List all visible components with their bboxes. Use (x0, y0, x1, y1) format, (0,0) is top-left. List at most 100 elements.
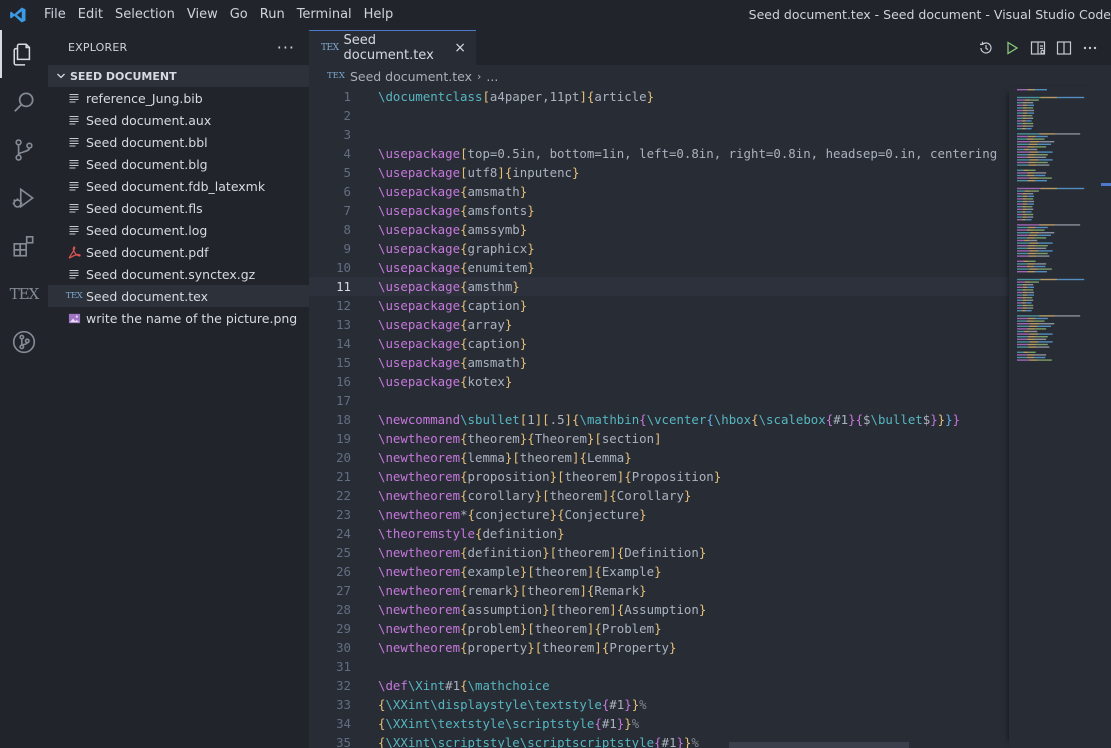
line-content: \newtheorem{assumption}[theorem]{Assumpt… (378, 602, 707, 617)
code-line[interactable]: 11 \usepackage{amsthm} (309, 277, 1009, 296)
minimap-stroke (1017, 203, 1023, 205)
search-icon[interactable] (0, 78, 48, 126)
code-line[interactable]: 1 \documentclass[a4paper,11pt]{article} (309, 87, 1009, 106)
close-icon[interactable]: × (454, 40, 466, 56)
source-control-icon[interactable] (0, 126, 48, 174)
file-item[interactable]: reference_Jung.bib (48, 87, 309, 109)
breadcrumb-file[interactable]: Seed document.tex (350, 69, 472, 84)
minimap[interactable] (1009, 87, 1101, 748)
code-line[interactable]: 10 \usepackage{enumitem} (309, 258, 1009, 277)
menu-go[interactable]: Go (224, 0, 254, 30)
minimap-stroke (1017, 242, 1030, 244)
file-item[interactable]: Seed document.synctex.gz (48, 263, 309, 285)
code-line[interactable]: 9 \usepackage{graphicx} (309, 239, 1009, 258)
menu-file[interactable]: File (36, 0, 72, 30)
lines-icon (66, 222, 82, 238)
pdf-icon (66, 244, 82, 260)
menu-terminal[interactable]: Terminal (291, 0, 358, 30)
code-line[interactable]: 26 \newtheorem{example}[theorem]{Example} (309, 562, 1009, 581)
menu-selection[interactable]: Selection (109, 0, 181, 30)
code-line[interactable]: 2 (309, 106, 1009, 125)
code-line[interactable]: 6 \usepackage{amsmath} (309, 182, 1009, 201)
lines-icon (66, 156, 82, 172)
file-item[interactable]: Seed document.bbl (48, 131, 309, 153)
vscode-logo-icon[interactable] (0, 0, 36, 30)
preview-icon[interactable] (1025, 35, 1051, 61)
code-line[interactable]: 31 (309, 657, 1009, 676)
minimap-stroke (1035, 245, 1048, 247)
history-icon[interactable] (973, 35, 999, 61)
menu-help[interactable]: Help (358, 0, 400, 30)
menu-edit[interactable]: Edit (72, 0, 109, 30)
minimap-stroke (1027, 328, 1035, 330)
editor-actions (973, 30, 1103, 65)
code-line[interactable]: 27 \newtheorem{remark}[theorem]{Remark} (309, 581, 1009, 600)
code-line[interactable]: 8 \usepackage{amssymb} (309, 220, 1009, 239)
explorer-icon[interactable] (0, 30, 48, 78)
minimap-stroke (1022, 104, 1028, 106)
code-line[interactable]: 28 \newtheorem{assumption}[theorem]{Assum… (309, 600, 1009, 619)
split-editor-icon[interactable] (1051, 35, 1077, 61)
horizontal-scrollbar[interactable] (729, 742, 909, 748)
file-item[interactable]: Seed document.fdb_latexmk (48, 175, 309, 197)
file-item[interactable]: Seed document.pdf (48, 241, 309, 263)
minimap-stroke (1028, 260, 1036, 262)
more-actions-icon[interactable]: ··· (277, 38, 295, 57)
folder-header[interactable]: SEED DOCUMENT (48, 65, 309, 87)
minimap-stroke (1026, 213, 1034, 216)
minimap-stroke (1022, 125, 1027, 127)
code-line[interactable]: 21 \newtheorem{proposition}[theorem]{Prop… (309, 467, 1009, 486)
code-line[interactable]: 34 {\XXint\textstyle\scriptstyle{#1}}% (309, 714, 1009, 733)
code-line[interactable]: 5 \usepackage[utf8]{inputenc} (309, 163, 1009, 182)
more-actions-icon[interactable] (1077, 35, 1103, 61)
file-item[interactable]: Seed document.aux (48, 109, 309, 131)
code-line[interactable]: 7 \usepackage{amsfonts} (309, 201, 1009, 220)
menu-view[interactable]: View (181, 0, 224, 30)
code-line[interactable]: 15 \usepackage{amsmath} (309, 353, 1009, 372)
code-line[interactable]: 32 \def\Xint#1{\mathchoice (309, 676, 1009, 695)
run-debug-icon[interactable] (0, 174, 48, 222)
code-line[interactable]: 33 {\XXint\displaystyle\textstyle{#1}}% (309, 695, 1009, 714)
file-item[interactable]: TEX Seed document.tex (48, 285, 309, 307)
code-line[interactable]: 13 \usepackage{array} (309, 315, 1009, 334)
minimap-stroke (1027, 263, 1035, 265)
git-graph-icon[interactable] (0, 318, 48, 366)
file-item[interactable]: Seed document.log (48, 219, 309, 241)
code-line[interactable]: 29 \newtheorem{problem}[theorem]{Problem} (309, 619, 1009, 638)
breadcrumb-more[interactable]: ... (486, 69, 498, 84)
minimap-stroke (1017, 96, 1041, 99)
minimap-stroke (1027, 245, 1036, 247)
code-line[interactable]: 25 \newtheorem{definition}[theorem]{Defin… (309, 543, 1009, 562)
code-editor[interactable]: 1 \documentclass[a4paper,11pt]{article} 2 3… (309, 87, 1009, 748)
build-run-icon[interactable] (999, 35, 1025, 61)
code-line[interactable]: 17 (309, 391, 1009, 410)
minimap-stroke (1027, 247, 1035, 249)
code-line[interactable]: 12 \usepackage{caption} (309, 296, 1009, 315)
tab-seed-document-tex[interactable]: TEX Seed document.tex × (309, 30, 476, 65)
extensions-icon[interactable] (0, 222, 48, 270)
file-item[interactable]: Seed document.fls (48, 197, 309, 219)
code-line[interactable]: 18 \newcommand\sbullet[1][.5]{\mathbin{\v… (309, 410, 1009, 429)
code-line[interactable]: 20 \newtheorem{lemma}[theorem]{Lemma} (309, 448, 1009, 467)
code-line[interactable]: 23 \newtheorem*{conjecture}{Conjecture} (309, 505, 1009, 524)
minimap-stroke (1024, 239, 1030, 242)
code-line[interactable]: 19 \newtheorem{theorem}{Theorem}[section] (309, 429, 1009, 448)
vertical-scrollbar[interactable] (1101, 87, 1111, 748)
line-number: 16 (336, 374, 351, 389)
file-item[interactable]: write the name of the picture.png (48, 307, 309, 329)
code-line[interactable]: 24 \theoremstyle{definition} (309, 524, 1009, 543)
code-line[interactable]: 30 \newtheorem{property}[theorem]{Propert… (309, 638, 1009, 657)
minimap-stroke (1023, 351, 1029, 353)
code-line[interactable]: 3 (309, 125, 1009, 144)
file-item[interactable]: Seed document.blg (48, 153, 309, 175)
lines-icon (66, 266, 82, 282)
minimap-stroke (1035, 252, 1048, 255)
code-line[interactable]: 14 \usepackage{caption} (309, 334, 1009, 353)
code-line[interactable]: 22 \newtheorem{corollary}[theorem]{Coroll… (309, 486, 1009, 505)
code-line[interactable]: 16 \usepackage{kotex} (309, 372, 1009, 391)
menu-run[interactable]: Run (254, 0, 291, 30)
tex-icon[interactable]: TEX (0, 270, 48, 318)
line-content: \newtheorem{proposition}[theorem]{Propos… (378, 469, 722, 484)
line-number: 10 (336, 260, 351, 275)
code-line[interactable]: 4 \usepackage[top=0.5in, bottom=1in, left… (309, 144, 1009, 163)
